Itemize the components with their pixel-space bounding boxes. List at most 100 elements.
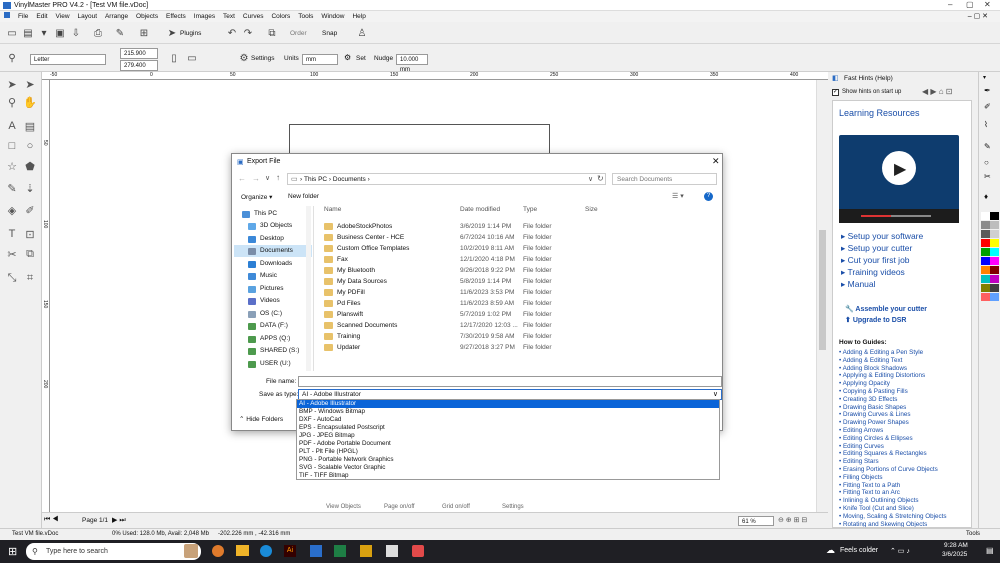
palette-link-icon[interactable]: ✂ xyxy=(984,172,991,181)
eyedropper-tool-icon[interactable]: ✐ xyxy=(22,202,38,218)
color-swatch[interactable] xyxy=(990,293,999,301)
star-tool-icon[interactable]: ☆ xyxy=(4,158,20,174)
guide-link[interactable]: • Editing Curves xyxy=(839,443,971,451)
close-icon[interactable]: ✕ xyxy=(984,0,991,9)
guide-link[interactable]: • Rotating and Skewing Objects xyxy=(839,521,971,527)
video-player[interactable]: ▶ xyxy=(839,135,959,223)
file-row[interactable]: AdobeStockPhotos 3/6/2019 1:14 PM File fol… xyxy=(318,221,718,232)
guide-link[interactable]: • Adding & Editing Text xyxy=(839,357,971,365)
rectangle-tool-icon[interactable]: □ xyxy=(4,138,20,154)
page-width-field[interactable]: 215.900 mm xyxy=(120,48,158,67)
color-swatch[interactable] xyxy=(990,212,999,220)
import-icon[interactable]: ⇩ xyxy=(68,25,84,41)
menu-curves[interactable]: Curves xyxy=(243,11,264,22)
select-tool-icon[interactable]: ➤ xyxy=(4,76,20,92)
file-row[interactable]: Updater 9/27/2018 3:27 PM File folder xyxy=(318,342,718,353)
outlook-icon[interactable] xyxy=(310,545,322,557)
color-swatch[interactable] xyxy=(981,212,990,220)
file-row[interactable]: Fax 12/1/2020 4:18 PM File folder xyxy=(318,254,718,265)
file-row[interactable]: My Bluetooth 9/26/2018 9:22 PM File folder xyxy=(318,265,718,276)
guide-link[interactable]: • Drawing Curves & Lines xyxy=(839,411,971,419)
status-tools[interactable]: Tools xyxy=(966,531,980,537)
undo-icon[interactable]: ↶ xyxy=(224,25,240,41)
save-type-option[interactable]: PDF - Adobe Portable Document xyxy=(297,440,719,448)
plugins-icon[interactable]: ➤ xyxy=(164,25,180,41)
menu-view[interactable]: View xyxy=(56,11,70,22)
color-swatch[interactable] xyxy=(990,284,999,292)
group-tool-icon[interactable]: ⧉ xyxy=(22,246,38,262)
col-size[interactable]: Size xyxy=(585,204,598,216)
pen-tool-icon[interactable]: ✎ xyxy=(4,180,20,196)
fill-icon[interactable]: ♙ xyxy=(354,25,370,41)
page-nav-next[interactable]: ▶ ⏭ xyxy=(112,516,126,525)
start-icon[interactable]: ⊞ xyxy=(8,545,17,558)
link-manual[interactable]: ▸ Manual xyxy=(841,279,971,291)
outline-tool-icon[interactable]: ⊡ xyxy=(22,226,38,242)
view-options-icon[interactable]: ☰ ▾ xyxy=(672,192,684,200)
text-frame-icon[interactable]: ▤ xyxy=(22,118,38,134)
page-nav-icons[interactable]: ⏮ ◀ xyxy=(44,516,59,524)
color-swatch[interactable] xyxy=(981,275,990,283)
color-swatch[interactable] xyxy=(981,230,990,238)
menu-objects[interactable]: Objects xyxy=(136,11,158,22)
plugins-button[interactable]: Plugins xyxy=(180,30,201,37)
col-date[interactable]: Date modified xyxy=(460,204,500,216)
open-file-icon[interactable]: ▤ xyxy=(20,25,36,41)
menu-arrange[interactable]: Arrange xyxy=(105,11,128,22)
back-icon[interactable]: ← xyxy=(238,174,246,183)
guide-link[interactable]: • Applying Opacity xyxy=(839,380,971,388)
order-button[interactable]: Order xyxy=(290,30,307,37)
save-type-option[interactable]: BMP - Windows Bitmap xyxy=(297,408,719,416)
guide-link[interactable]: • Editing Circles & Ellipses xyxy=(839,435,971,443)
new-file-icon[interactable]: ▭ xyxy=(4,25,20,41)
zoom-tool-icon[interactable]: ⚲ xyxy=(4,94,20,110)
file-name-input[interactable] xyxy=(298,376,722,387)
text-path-tool-icon[interactable]: T xyxy=(4,226,20,242)
app-icon-yellow[interactable] xyxy=(360,545,372,557)
landscape-icon[interactable]: ▭ xyxy=(184,50,200,66)
play-button[interactable]: ▶ xyxy=(882,151,916,185)
save-type-option[interactable]: SVG - Scalable Vector Graphic xyxy=(297,464,719,472)
page-size-select[interactable]: Letter xyxy=(30,54,106,65)
excel-icon[interactable] xyxy=(334,545,346,557)
color-swatch[interactable] xyxy=(981,248,990,256)
guide-link[interactable]: • Filling Objects xyxy=(839,474,971,482)
file-row[interactable]: Scanned Documents 12/17/2020 12:03 ... Fil… xyxy=(318,320,718,331)
maximize-icon[interactable]: ▢ xyxy=(966,0,974,9)
up-icon[interactable]: ↑ xyxy=(276,173,280,182)
menu-text[interactable]: Text xyxy=(223,11,235,22)
color-swatch[interactable] xyxy=(990,248,999,256)
file-row[interactable]: Training 7/30/2019 9:58 AM File folder xyxy=(318,331,718,342)
scroll-thumb[interactable] xyxy=(819,230,826,350)
file-row[interactable]: Custom Office Templates 10/2/2019 8:11 AM… xyxy=(318,243,718,254)
guide-link[interactable]: • Erasing Portions of Curve Objects xyxy=(839,466,971,474)
knife-tool-icon[interactable]: ✂ xyxy=(4,246,20,262)
col-type[interactable]: Type xyxy=(523,204,537,216)
pen-settings-icon[interactable]: ⚲ xyxy=(4,50,20,66)
search-documents-input[interactable]: Search Documents xyxy=(612,173,717,185)
color-swatch[interactable] xyxy=(981,221,990,229)
menu-effects[interactable]: Effects xyxy=(166,11,186,22)
vinylmaster-taskbar-icon[interactable] xyxy=(386,545,398,557)
palette-brush-icon[interactable]: ⌇ xyxy=(984,120,988,129)
menu-images[interactable]: Images xyxy=(194,11,215,22)
color-swatch[interactable] xyxy=(981,239,990,247)
color-swatch[interactable] xyxy=(990,275,999,283)
file-row[interactable]: Business Center - HCE 6/7/2024 10:16 AM Fi… xyxy=(318,232,718,243)
col-name[interactable]: Name xyxy=(324,204,341,216)
menu-file[interactable]: File xyxy=(18,11,28,22)
shape-tool-icon[interactable]: ⬟ xyxy=(22,158,38,174)
portrait-icon[interactable]: ▯ xyxy=(166,50,182,66)
menu-colors[interactable]: Colors xyxy=(271,11,290,22)
hints-nav-icons[interactable]: ◀ ▶ ⌂ ⊡ xyxy=(922,87,953,96)
palette-nib-icon[interactable]: ✒ xyxy=(984,86,991,95)
nav-scrollbar[interactable] xyxy=(306,206,311,371)
color-swatch[interactable] xyxy=(981,284,990,292)
node-tool-icon[interactable]: ➤ xyxy=(22,76,38,92)
view-objects-button[interactable]: View Objects xyxy=(326,504,361,510)
save-type-option[interactable]: EPS - Encapsulated Postscript xyxy=(297,424,719,432)
open-recent-icon[interactable]: ▾ xyxy=(36,25,52,41)
edge-icon[interactable] xyxy=(260,545,272,557)
show-hints-checkbox[interactable]: ✓ xyxy=(832,89,839,96)
recent-dropdown-icon[interactable]: ∨ xyxy=(265,174,270,182)
